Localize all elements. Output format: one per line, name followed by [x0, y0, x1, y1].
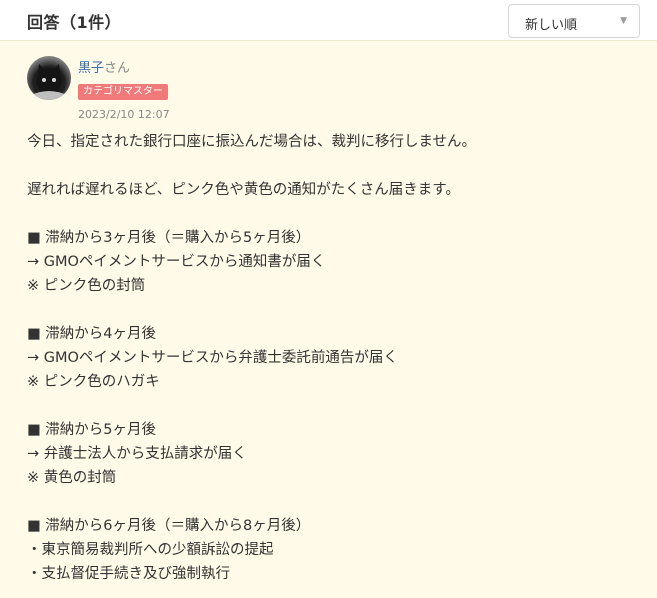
answers-count-title: 回答（1件） — [27, 13, 122, 32]
answer-line: ■ 滞納から6ヶ月後（＝購入から8ヶ月後） — [27, 518, 311, 534]
answer-line: ■ 滞納から5ヶ月後 — [27, 422, 157, 438]
sort-order-select[interactable]: 新しい順 ▼ — [508, 4, 640, 38]
answer-body: 今日、指定された銀行口座に振込んだ場合は、裁判に移行しません。 遅れれば遅れるほ… — [27, 130, 637, 586]
chevron-down-icon: ▼ — [620, 16, 627, 26]
answer-line — [27, 298, 637, 322]
answers-header: 回答（1件） 新しい順 ▼ — [0, 0, 657, 40]
answer-line — [27, 490, 637, 514]
answer-line: 今日、指定された銀行口座に振込んだ場合は、裁判に移行しません。 — [27, 134, 477, 150]
answer-line: ※ 黄色の封筒 — [27, 470, 117, 486]
category-master-badge: カテゴリマスター — [78, 84, 168, 100]
black-cat-icon — [29, 64, 69, 100]
answer-line — [27, 394, 637, 418]
username-link[interactable]: 黒子さん — [78, 57, 130, 76]
answer-line: 遅れれば遅れるほど、ピンク色や黄色の通知がたくさん届きます。 — [27, 182, 460, 198]
answer-line: ※ ピンク色のハガキ — [27, 374, 160, 390]
answer-line: ※ ピンク色の封筒 — [27, 278, 146, 294]
answer-timestamp: 2023/2/10 12:07 — [78, 108, 170, 121]
answer-line: → GMOペイメントサービスから弁護士委託前通告が届く — [27, 350, 398, 366]
answer-line: ・東京簡易裁判所への少額訴訟の提起 — [27, 542, 274, 558]
answer-line: ・支払督促手続き及び強制執行 — [27, 566, 230, 582]
answer-line: ■ 滞納から3ヶ月後（＝購入から5ヶ月後） — [27, 230, 311, 246]
answer-line: → GMOペイメントサービスから通知書が届く — [27, 254, 326, 270]
username-honorific: さん — [104, 61, 131, 76]
sort-order-value: 新しい順 — [525, 18, 578, 33]
answer-line: → 弁護士法人から支払請求が届く — [27, 446, 247, 462]
answer-card: 黒子さん カテゴリマスター 2023/2/10 12:07 今日、指定された銀行… — [0, 40, 657, 598]
answer-line — [27, 154, 637, 178]
answer-line: ■ 滞納から4ヶ月後 — [27, 326, 157, 342]
answer-line — [27, 202, 637, 226]
username: 黒子 — [78, 61, 105, 76]
avatar[interactable] — [27, 56, 71, 100]
